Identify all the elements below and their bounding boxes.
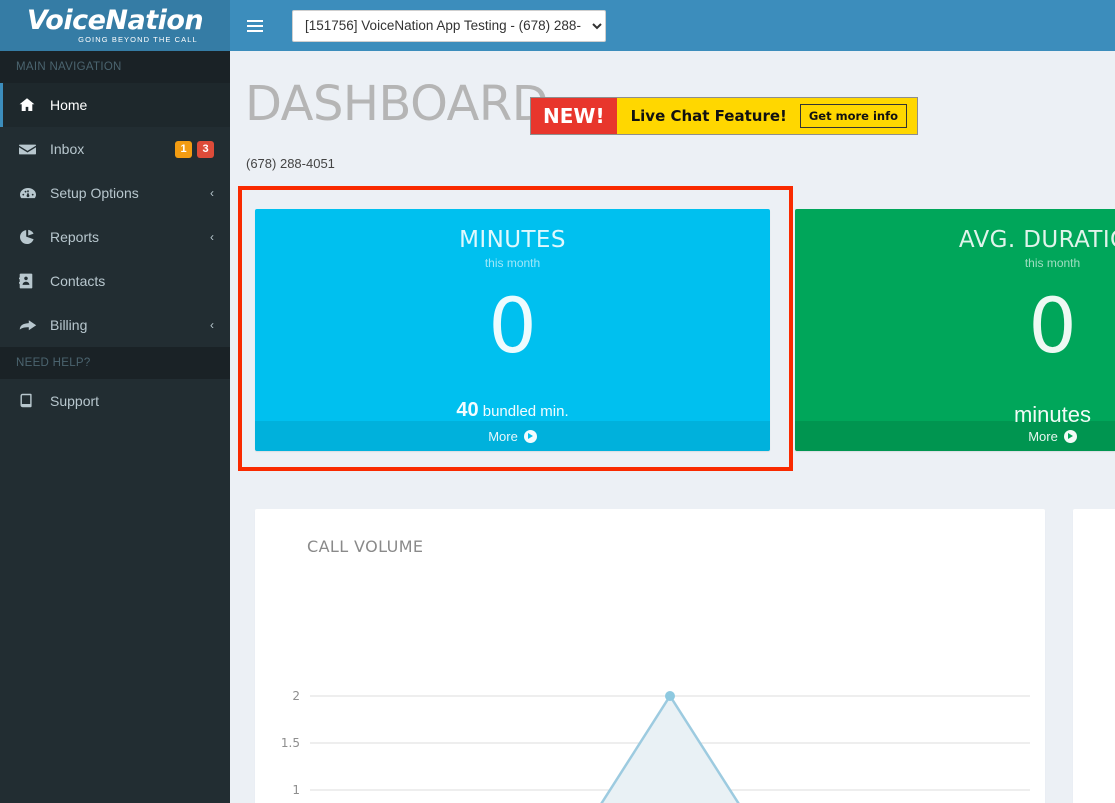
stat-card-subtitle: this month: [484, 256, 541, 270]
hamburger-bar: [247, 24, 263, 27]
envelope-icon: [19, 141, 41, 158]
stat-card-unit: minutes: [1013, 402, 1092, 427]
page-title: DASHBOARD: [245, 76, 549, 132]
stat-card-subtitle: this month: [1024, 256, 1081, 270]
chart-data-point[interactable]: [665, 691, 675, 701]
sidebar-item-label: Inbox: [50, 141, 85, 157]
arrow-circle-right-icon: [1063, 429, 1077, 443]
secondary-panel: [1073, 509, 1115, 803]
sidebar-item-label: Support: [50, 393, 100, 409]
sidebar: MAIN NAVIGATION Home Inbox 1 3 Setup Opt…: [0, 51, 230, 803]
status-badge-unread[interactable]: 1: [175, 140, 192, 158]
stat-card-value: 0: [488, 281, 537, 370]
promo-message: Live Chat Feature!: [630, 107, 787, 125]
stat-card-avg-duration[interactable]: AVG. DURATION this month 0 minutes More: [795, 209, 1115, 451]
logo-tagline: GOING BEYOND THE CALL: [78, 35, 198, 44]
chart-y-tick-label: 2: [292, 689, 300, 703]
dashboard-icon: [19, 185, 41, 201]
get-more-info-button[interactable]: Get more info: [799, 104, 907, 128]
chevron-left-icon: ‹: [210, 230, 214, 244]
sidebar-item-support[interactable]: Support: [0, 379, 230, 423]
sidebar-item-label: Home: [50, 97, 88, 113]
stat-card-title: AVG. DURATION: [958, 227, 1115, 253]
sidebar-section-main-navigation: MAIN NAVIGATION: [0, 51, 230, 83]
sidebar-item-label: Billing: [50, 317, 88, 333]
more-label: More: [488, 428, 518, 444]
sidebar-item-home[interactable]: Home: [0, 83, 230, 127]
sidebar-item-label: Reports: [50, 229, 100, 245]
account-phone-number: (678) 288-4051: [246, 156, 335, 171]
stat-card-body: MINUTES this month 0 40 bundled min.: [255, 209, 770, 421]
bundled-minutes-label: bundled min.: [482, 403, 569, 420]
sidebar-item-reports[interactable]: Reports ‹: [0, 215, 230, 259]
logo-wordmark: VoiceNation: [26, 5, 204, 36]
dashboard-page: VoiceNation GOING BEYOND THE CALL [15175…: [0, 0, 1115, 803]
brand-logo[interactable]: VoiceNation GOING BEYOND THE CALL: [0, 0, 230, 51]
bundled-minutes-count: 40: [456, 399, 479, 421]
stat-card-more-link-minutes[interactable]: More: [255, 421, 770, 451]
share-arrow-icon: [19, 317, 41, 333]
call-volume-chart[interactable]: 0.511.52: [255, 510, 1045, 803]
sidebar-item-label: Setup Options: [50, 185, 139, 201]
chevron-left-icon: ‹: [210, 318, 214, 332]
sidebar-item-label: Contacts: [50, 273, 106, 289]
promo-new-flag: NEW!: [531, 98, 617, 134]
main-content: DASHBOARD NEW! Live Chat Feature! Get mo…: [230, 51, 1115, 803]
live-chat-promo-banner[interactable]: NEW! Live Chat Feature! Get more info: [530, 97, 918, 135]
sidebar-item-inbox[interactable]: Inbox 1 3: [0, 127, 230, 171]
arrow-circle-right-icon: [523, 429, 537, 443]
stat-card-footnote: 40 bundled min.: [456, 399, 568, 422]
pie-chart-icon: [19, 229, 41, 245]
call-volume-chart-svg: 0.511.52: [281, 689, 1030, 803]
top-navigation-bar: VoiceNation GOING BEYOND THE CALL [15175…: [0, 0, 1115, 51]
stat-card-value: 0: [1028, 281, 1077, 370]
sidebar-item-billing[interactable]: Billing ‹: [0, 303, 230, 347]
chart-area-fill: [601, 696, 739, 803]
chart-y-tick-label: 1: [292, 783, 300, 797]
inbox-badge-group: 1 3: [175, 140, 214, 158]
more-label: More: [1028, 428, 1058, 444]
hamburger-bar: [247, 29, 263, 32]
sidebar-item-contacts[interactable]: Contacts: [0, 259, 230, 303]
stat-card-title: MINUTES: [459, 227, 566, 253]
stat-card-minutes[interactable]: MINUTES this month 0 40 bundled min. Mor…: [255, 209, 770, 451]
account-select[interactable]: [151756] VoiceNation App Testing - (678)…: [292, 9, 606, 42]
call-volume-panel: CALL VOLUME 0.511.52: [255, 509, 1045, 803]
sidebar-toggle-icon[interactable]: [235, 0, 275, 51]
chart-y-tick-label: 1.5: [281, 736, 300, 750]
hamburger-bar: [247, 19, 263, 22]
stat-card-body: AVG. DURATION this month 0 minutes: [795, 209, 1115, 427]
sidebar-section-need-help: NEED HELP?: [0, 347, 230, 379]
address-book-icon: [19, 273, 41, 289]
home-icon: [19, 97, 41, 113]
sidebar-item-setup-options[interactable]: Setup Options ‹: [0, 171, 230, 215]
chevron-left-icon: ‹: [210, 186, 214, 200]
book-icon: [19, 393, 41, 409]
status-badge-urgent[interactable]: 3: [197, 140, 214, 158]
